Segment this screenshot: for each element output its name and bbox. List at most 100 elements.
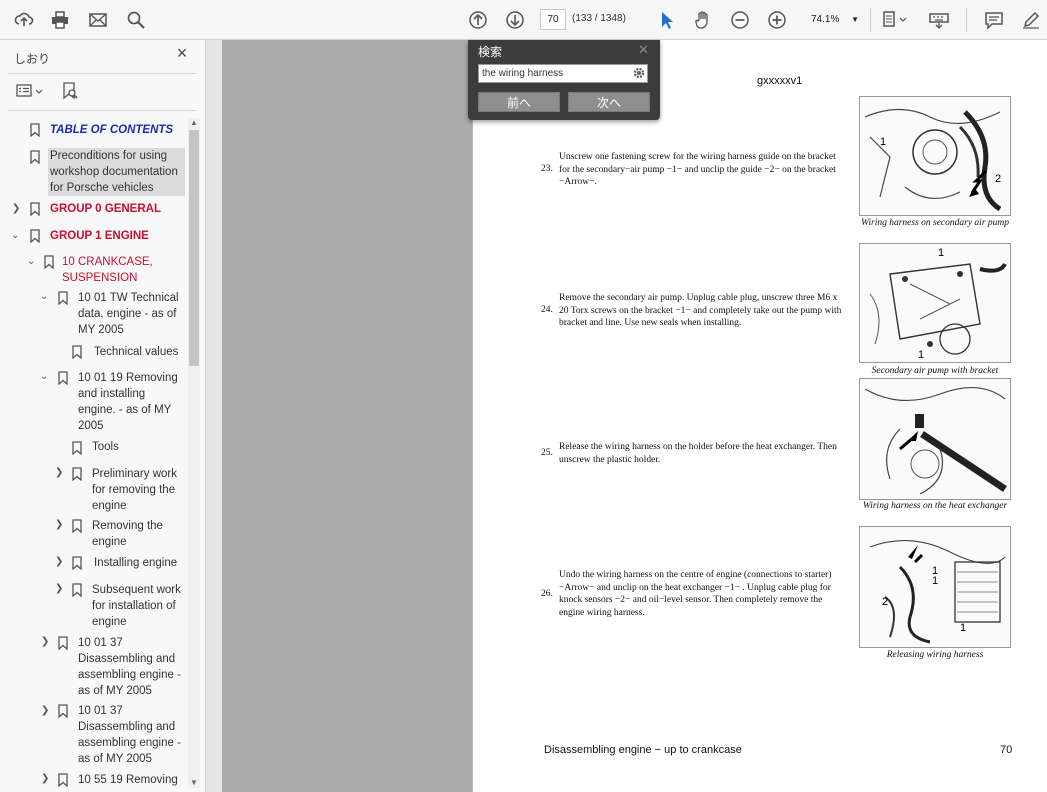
page-footer: Disassembling engine − up to crankcase (544, 744, 742, 756)
bookmark-item[interactable]: 10 55 19 Removing (78, 772, 186, 788)
bookmark-tree: TABLE OF CONTENTS Preconditions for usin… (0, 116, 188, 792)
upload-icon[interactable] (12, 8, 36, 32)
fig-label: 1 (880, 136, 886, 148)
search-input[interactable]: the wiring harness (478, 64, 648, 83)
bookmark-item[interactable]: Preconditions for using workshop documen… (48, 148, 185, 196)
bookmark-icon (72, 556, 82, 570)
scroll-thumb[interactable] (189, 130, 199, 366)
figure-heat-exchanger (859, 378, 1011, 500)
expand-icon[interactable]: ❯ (41, 706, 51, 716)
step-23: 23. Unscrew one fastening screw for the … (541, 152, 836, 187)
expand-icon[interactable]: ❯ (55, 468, 65, 478)
bookmark-icon (72, 467, 82, 481)
bookmark-icon (58, 291, 68, 305)
pdf-page: gxxxxxv1 23. Unscrew one fastening screw… (472, 40, 1047, 792)
hand-tool-icon[interactable] (691, 8, 715, 32)
zoom-in-icon[interactable] (765, 8, 789, 32)
search-icon[interactable] (124, 8, 148, 32)
bookmark-item[interactable]: GROUP 0 GENERAL (50, 201, 186, 217)
collapse-icon[interactable]: ⌄ (40, 372, 50, 382)
fig-label: 2 (882, 596, 888, 608)
figure-caption: Secondary air pump with bracket (871, 366, 999, 376)
bookmark-item[interactable]: 10 01 37 Disassembling and assembling en… (78, 635, 186, 699)
zoom-out-icon[interactable] (728, 8, 752, 32)
bookmark-icon (72, 345, 82, 359)
bookmarks-panel: しおり × TABLE OF CONTENTS Preconditions fo… (0, 40, 206, 792)
expand-icon[interactable]: ❯ (12, 204, 22, 214)
page-number-input[interactable]: 70 (540, 9, 566, 30)
expand-icon[interactable]: ❯ (41, 774, 51, 784)
zoom-value: 74.1% (811, 14, 840, 25)
page-down-icon[interactable] (503, 8, 527, 32)
toolbar-divider (966, 8, 967, 32)
figure-caption: Wiring harness on the heat exchanger (862, 501, 1008, 511)
scroll-up-icon[interactable]: ▲ (188, 118, 200, 128)
fig-label: 1 (938, 247, 944, 259)
page-background (222, 40, 472, 792)
find-bookmark-icon[interactable] (60, 81, 80, 101)
bookmark-icon (58, 773, 68, 787)
figure-releasing-wiring: 1 2 1 1 (859, 526, 1011, 648)
find-title: 検索 (478, 45, 503, 59)
bookmark-item[interactable]: 10 01 19 Removing and installing engine.… (78, 370, 184, 434)
bookmark-item[interactable]: 10 01 37 Disassembling and assembling en… (78, 703, 186, 767)
bookmark-scrollbar[interactable]: ▲ ▼ (188, 118, 200, 788)
comment-icon[interactable] (982, 8, 1006, 32)
collapse-icon[interactable]: ⌄ (27, 257, 37, 267)
engine-illustration: 1 2 1 1 (860, 527, 1010, 647)
select-cursor-icon[interactable] (654, 8, 678, 32)
options-menu-button[interactable] (16, 82, 48, 100)
scroll-down-icon[interactable]: ▼ (188, 778, 200, 788)
bookmark-item[interactable]: Installing engine (94, 555, 186, 571)
expand-icon[interactable]: ❯ (55, 584, 65, 594)
bookmark-item[interactable]: 10 01 TW Technical data, engine - as of … (78, 290, 184, 338)
bookmark-icon (30, 150, 40, 164)
previous-button[interactable]: 前へ (478, 92, 560, 112)
print-icon[interactable] (48, 8, 72, 32)
document-viewer: gxxxxxv1 23. Unscrew one fastening screw… (206, 40, 1047, 792)
engine-illustration: 1 2 (860, 97, 1010, 215)
fig-label: 1 (918, 349, 924, 361)
bookmark-item[interactable]: Technical values (94, 344, 186, 360)
bookmark-icon (30, 123, 40, 137)
figure-air-pump-bracket: 1 1 (859, 243, 1011, 363)
expand-icon[interactable]: ❯ (41, 637, 51, 647)
toolbar-divider (870, 8, 871, 32)
step-26: 26. Undo the wiring harness on the centr… (541, 570, 832, 618)
bookmark-item[interactable]: Subsequent work for installation of engi… (92, 582, 186, 630)
fig-label: 1 (960, 622, 966, 634)
email-icon[interactable] (86, 8, 110, 32)
close-icon[interactable]: × (174, 44, 190, 62)
bookmark-item[interactable]: GROUP 1 ENGINE (50, 228, 186, 244)
figure-secondary-air-pump: 1 2 (859, 96, 1011, 216)
gear-icon[interactable] (632, 66, 646, 80)
bookmark-item[interactable]: Removing the engine (92, 518, 184, 550)
bookmark-item[interactable]: Preliminary work for removing the engine (92, 466, 184, 514)
keyboard-icon[interactable] (927, 8, 951, 32)
bookmark-icon (58, 636, 68, 650)
bookmark-icon (72, 583, 82, 597)
collapse-icon[interactable]: ⌄ (11, 231, 21, 241)
engine-illustration (860, 379, 1010, 499)
collapse-icon[interactable]: ⌄ (40, 292, 50, 302)
page-header: gxxxxxv1 (757, 75, 803, 87)
fig-label: 1 (932, 565, 938, 577)
next-button[interactable]: 次へ (568, 92, 650, 112)
divider (8, 73, 196, 74)
bookmark-item[interactable]: TABLE OF CONTENTS (50, 122, 186, 138)
divider (8, 110, 196, 111)
expand-icon[interactable]: ❯ (55, 557, 65, 567)
fig-label: 2 (995, 173, 1001, 185)
bookmark-item[interactable]: 10 CRANKCASE, SUSPENSION (62, 254, 182, 286)
panel-title: しおり (14, 52, 51, 66)
pen-icon[interactable] (1019, 8, 1043, 32)
main-toolbar: 70 (133 / 1348) 74.1% ▼ (0, 0, 1047, 40)
bookmark-item[interactable]: Tools (92, 439, 184, 455)
engine-illustration: 1 1 (860, 244, 1010, 362)
zoom-select[interactable]: 74.1% ▼ (803, 9, 861, 30)
step-24: 24. Remove the secondary air pump. Unplu… (541, 293, 842, 328)
close-icon[interactable]: ✕ (638, 42, 649, 58)
page-up-icon[interactable] (466, 8, 490, 32)
expand-icon[interactable]: ❯ (55, 520, 65, 530)
fit-page-icon[interactable] (880, 8, 910, 32)
